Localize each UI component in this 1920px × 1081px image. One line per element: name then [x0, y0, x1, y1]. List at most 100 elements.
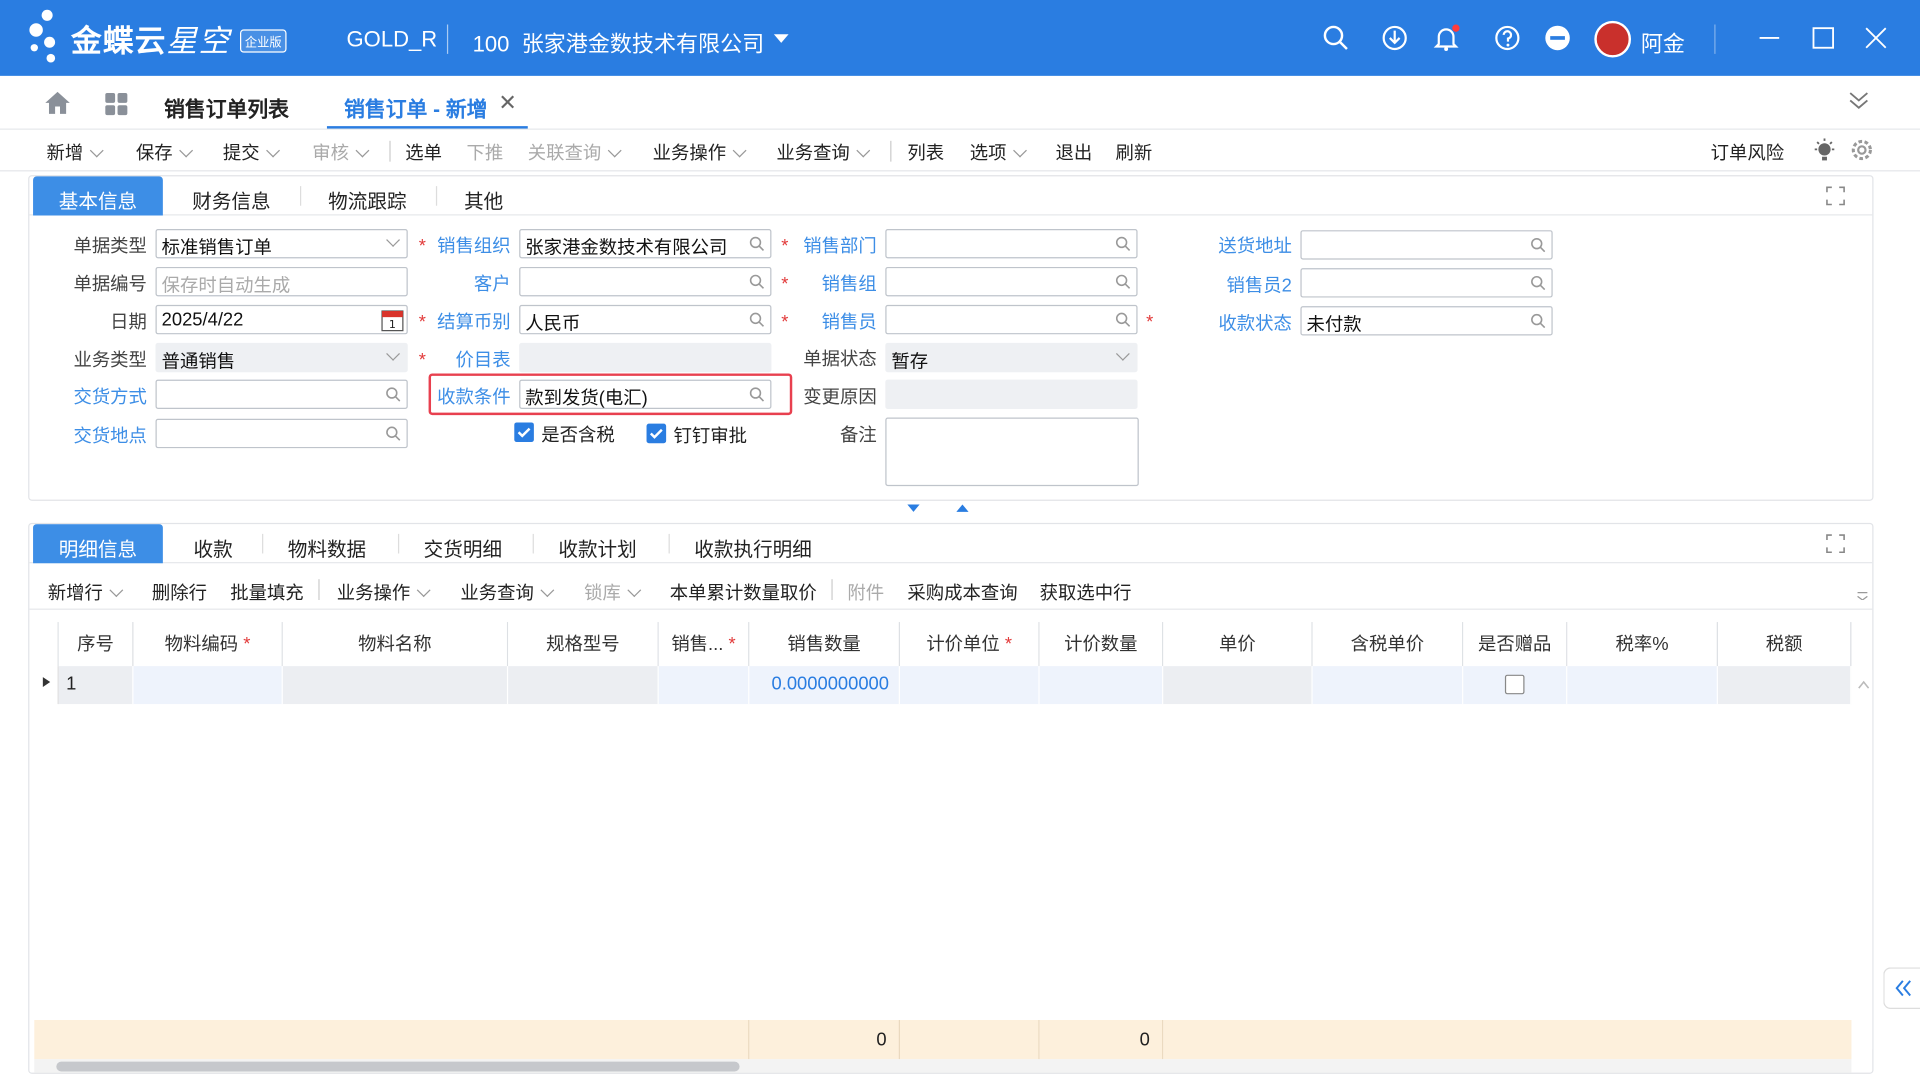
dingtalk-approval-checkbox[interactable]	[646, 423, 667, 444]
vertical-scrollbar[interactable]	[1852, 669, 1873, 1050]
bell-icon[interactable]	[1433, 24, 1460, 51]
delivery-method-input[interactable]	[155, 379, 408, 409]
close-icon[interactable]	[1862, 24, 1889, 51]
tab-logistics[interactable]: 物流跟踪	[328, 176, 406, 215]
delivery-method-label[interactable]: 交货方式	[54, 383, 146, 409]
cell-sales-unit[interactable]	[658, 666, 750, 705]
minus-circle-icon[interactable]	[1544, 24, 1571, 51]
batch-fill-button[interactable]: 批量填充	[230, 579, 303, 605]
cell-tax-price[interactable]	[1312, 666, 1464, 705]
toolbar-list-button[interactable]: 列表	[907, 140, 944, 166]
salesman2-input[interactable]	[1300, 268, 1553, 298]
doc-status-select[interactable]: 暂存	[885, 342, 1138, 373]
col-tax-price[interactable]: 含税单价	[1312, 622, 1464, 667]
toolbar-exit-button[interactable]: 退出	[1056, 140, 1093, 166]
sales-group-input[interactable]	[885, 266, 1138, 297]
cell-material-code[interactable]	[133, 666, 283, 705]
tab-material-data[interactable]: 物料数据	[288, 524, 366, 563]
col-tax-rate[interactable]: 税率%	[1567, 622, 1718, 667]
col-seq[interactable]: 序号	[58, 622, 134, 667]
sales-org-input[interactable]: 张家港金数技术有限公司	[519, 228, 772, 259]
delete-row-button[interactable]: 删除行	[152, 579, 207, 605]
salesman-label[interactable]: 销售员	[796, 309, 877, 335]
maximize-icon[interactable]	[1810, 24, 1837, 51]
home-icon[interactable]	[44, 91, 71, 115]
toolbar-new-button[interactable]: 新增	[47, 140, 104, 166]
doc-no-input[interactable]: 保存时自动生成	[155, 266, 408, 297]
delivery-place-input[interactable]	[155, 418, 408, 449]
tab-basic-info[interactable]: 基本信息	[33, 176, 163, 216]
tab-detail-info[interactable]: 明细信息	[33, 524, 163, 564]
tab-finance-info[interactable]: 财务信息	[192, 176, 270, 215]
toolbar-options-button[interactable]: 选项	[970, 140, 1027, 166]
toolbar-audit-button[interactable]: 审核	[312, 140, 370, 166]
avatar[interactable]	[1594, 20, 1632, 58]
lightbulb-icon[interactable]	[1812, 138, 1836, 162]
expand-icon[interactable]	[1826, 534, 1846, 554]
collect-status-label[interactable]: 收款状态	[1205, 310, 1291, 336]
horizontal-scrollbar[interactable]	[34, 1059, 1852, 1073]
col-spec[interactable]: 规格型号	[508, 622, 659, 667]
tab-other[interactable]: 其他	[464, 176, 503, 215]
col-sales-qty[interactable]: 销售数量	[749, 622, 901, 667]
ship-addr-input[interactable]	[1300, 230, 1553, 260]
sales-group-label[interactable]: 销售组	[796, 271, 877, 297]
cell-sales-qty[interactable]: 0.0000000000	[749, 666, 901, 705]
toolbar-submit-button[interactable]: 提交	[223, 140, 281, 166]
toolbar-related-query-button[interactable]: 关联查询	[528, 140, 622, 166]
purchase-cost-query-button[interactable]: 采购成本查询	[907, 579, 1017, 605]
calendar-icon[interactable]: 1	[381, 309, 404, 332]
cell-tax-rate[interactable]	[1567, 666, 1718, 705]
col-sales-unit[interactable]: 销售... *	[658, 622, 750, 667]
col-material-name[interactable]: 物料名称	[282, 622, 509, 667]
toolbar-business-ops-button[interactable]: 业务操作	[653, 140, 747, 166]
biz-type-select[interactable]: 普通销售	[155, 342, 408, 373]
tab-collection-plan[interactable]: 收款计划	[558, 524, 636, 563]
ship-addr-label[interactable]: 送货地址	[1205, 233, 1291, 259]
tab-delivery-detail[interactable]: 交货明细	[424, 524, 502, 563]
toolbar-select-button[interactable]: 选单	[405, 140, 442, 166]
pay-terms-label[interactable]: 收款条件	[433, 383, 510, 409]
expand-icon[interactable]	[1826, 186, 1846, 206]
change-reason-input[interactable]	[885, 379, 1138, 409]
is-gift-checkbox[interactable]	[1504, 674, 1525, 695]
cumulative-price-button[interactable]: 本单累计数量取价	[670, 579, 817, 605]
tab-collection-execution[interactable]: 收款执行明细	[694, 524, 812, 563]
detail-business-query-button[interactable]: 业务查询	[460, 579, 555, 605]
price-list-input[interactable]	[519, 342, 772, 373]
remark-textarea[interactable]	[885, 417, 1139, 487]
doc-type-select[interactable]: 标准销售订单	[155, 228, 408, 259]
detail-business-ops-button[interactable]: 业务操作	[337, 579, 431, 605]
currency-input[interactable]: 人民币	[519, 304, 772, 335]
col-is-gift[interactable]: 是否赠品	[1463, 622, 1568, 667]
salesman2-label[interactable]: 销售员2	[1205, 272, 1292, 298]
collapse-up-icon[interactable]	[955, 503, 970, 513]
collect-status-input[interactable]: 未付款	[1300, 306, 1553, 336]
toolbar-save-button[interactable]: 保存	[136, 140, 194, 166]
double-chevron-down-icon[interactable]	[1847, 88, 1871, 112]
price-list-label[interactable]: 价目表	[433, 347, 510, 373]
toolbar-push-button[interactable]: 下推	[467, 140, 504, 166]
col-price-unit[interactable]: 计价单位 *	[900, 622, 1040, 667]
sales-dept-label[interactable]: 销售部门	[796, 233, 876, 259]
org-selector[interactable]: 100 张家港金数技术有限公司	[473, 27, 765, 59]
sales-dept-input[interactable]	[885, 228, 1138, 259]
toolbar-refresh-button[interactable]: 刷新	[1116, 140, 1153, 166]
attachment-button[interactable]: 附件	[847, 579, 884, 605]
col-unit-price[interactable]: 单价	[1163, 622, 1313, 667]
tax-included-checkbox[interactable]	[514, 422, 534, 443]
customer-label[interactable]: 客户	[433, 271, 511, 297]
search-icon[interactable]	[1322, 24, 1349, 51]
collapse-down-icon[interactable]	[906, 503, 921, 513]
help-icon[interactable]	[1494, 24, 1521, 51]
apps-grid-icon[interactable]	[104, 92, 128, 116]
side-panel-toggle-button[interactable]	[1883, 967, 1920, 1009]
toolbar-order-risk-button[interactable]: 订单风险	[1711, 140, 1784, 166]
user-name[interactable]: 阿金	[1641, 27, 1685, 59]
scroll-down-icon[interactable]	[1856, 590, 1868, 601]
add-row-button[interactable]: 新增行	[48, 579, 124, 605]
get-selected-rows-button[interactable]: 获取选中行	[1040, 579, 1132, 605]
lock-stock-button[interactable]: 锁库	[584, 579, 642, 605]
col-material-code[interactable]: 物料编码 *	[133, 622, 283, 667]
gear-icon[interactable]	[1849, 137, 1875, 163]
